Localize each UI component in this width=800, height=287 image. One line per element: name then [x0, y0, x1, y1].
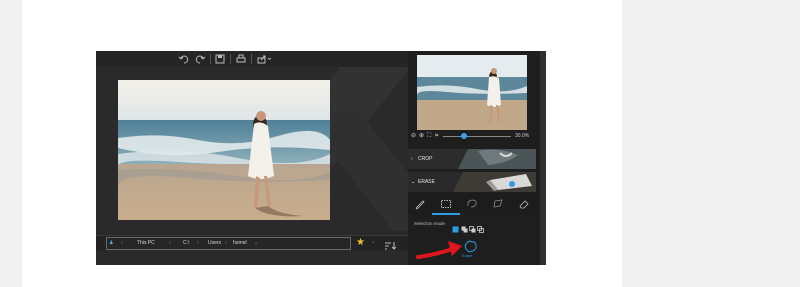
chevron-right-icon: ›	[225, 240, 227, 246]
eraser-icon[interactable]	[518, 197, 530, 209]
chevron-right-icon: ›	[169, 240, 171, 246]
chevron-right-icon: ›	[121, 240, 123, 246]
lasso-icon[interactable]	[466, 197, 478, 209]
navigator-thumbnail[interactable]	[417, 55, 527, 130]
rectangle-select-icon[interactable]	[440, 197, 452, 209]
red-arrow-annotation	[416, 237, 466, 263]
active-tool-indicator	[432, 213, 460, 215]
canvas-area: ♟ › This PC › C:\ › Users › homel ⌄ ★ ⌄	[96, 51, 408, 265]
zoom-out-icon[interactable]: ⊖	[411, 131, 416, 141]
erase-section-header[interactable]: ⌄ ERASE	[408, 172, 536, 192]
path-breadcrumb[interactable]: ♟ › This PC › C:\ › Users › homel ⌄	[106, 237, 351, 250]
breadcrumb-this-pc[interactable]: This PC	[137, 239, 155, 248]
selection-mode-row: Selection mode	[408, 217, 536, 233]
chevron-right-icon: ›	[197, 240, 199, 246]
chevron-down-icon: ⌄	[411, 179, 416, 185]
chevron-down-icon[interactable]: ⌄	[371, 238, 375, 247]
breadcrumb-users[interactable]: Users	[208, 239, 221, 248]
breadcrumb-drive[interactable]: C:\	[183, 239, 189, 248]
panel-scrollbar[interactable]	[540, 51, 546, 265]
selection-mode-label: Selection mode	[414, 221, 446, 226]
breadcrumb-user-folder[interactable]: homel	[233, 239, 247, 248]
print-icon[interactable]	[235, 53, 247, 65]
sort-icon[interactable]	[384, 238, 398, 250]
chevron-right-icon: ›	[411, 156, 413, 162]
fit-screen-icon[interactable]: ⛶	[427, 131, 431, 141]
add-selection-icon[interactable]	[461, 220, 468, 233]
subtract-selection-icon[interactable]	[469, 220, 476, 233]
zoom-slider[interactable]	[443, 136, 511, 137]
zoom-percent: 30.0%	[515, 133, 530, 139]
actual-size-icon[interactable]: ⌗	[435, 131, 438, 141]
intersect-selection-icon[interactable]	[477, 220, 484, 233]
path-bar: ♟ › This PC › C:\ › Users › homel ⌄ ★ ⌄	[96, 235, 408, 250]
toolbar-divider	[251, 54, 252, 64]
crop-section-label: CROP	[418, 156, 433, 162]
user-icon: ♟	[109, 240, 114, 246]
erase-section-label: ERASE	[418, 179, 435, 185]
share-icon[interactable]	[256, 53, 272, 65]
new-selection-icon[interactable]	[452, 220, 459, 233]
save-icon[interactable]	[214, 53, 226, 65]
redo-icon[interactable]	[194, 53, 206, 65]
brush-icon[interactable]	[414, 197, 426, 210]
right-panel: ⊖ ⊕ ⛶ ⌗ 30.0% › CROP ⌄ ERASE Selection m…	[408, 51, 540, 265]
toolbar-divider	[230, 54, 231, 64]
beach-photo[interactable]	[118, 80, 330, 220]
chevron-down-icon[interactable]: ⌄	[254, 239, 258, 248]
top-toolbar	[96, 51, 408, 67]
favorite-star-icon[interactable]: ★	[356, 236, 365, 249]
erase-tools	[408, 193, 536, 215]
zoom-in-icon[interactable]: ⊕	[419, 131, 424, 141]
zoom-controls: ⊖ ⊕ ⛶ ⌗ 30.0%	[411, 131, 536, 141]
photo-editor-window: ♟ › This PC › C:\ › Users › homel ⌄ ★ ⌄	[96, 51, 546, 265]
zoom-slider-handle[interactable]	[461, 133, 467, 139]
undo-icon[interactable]	[178, 53, 190, 65]
crop-section-header[interactable]: › CROP	[408, 149, 536, 169]
polygon-lasso-icon[interactable]	[492, 197, 504, 209]
toolbar-divider	[210, 54, 211, 64]
